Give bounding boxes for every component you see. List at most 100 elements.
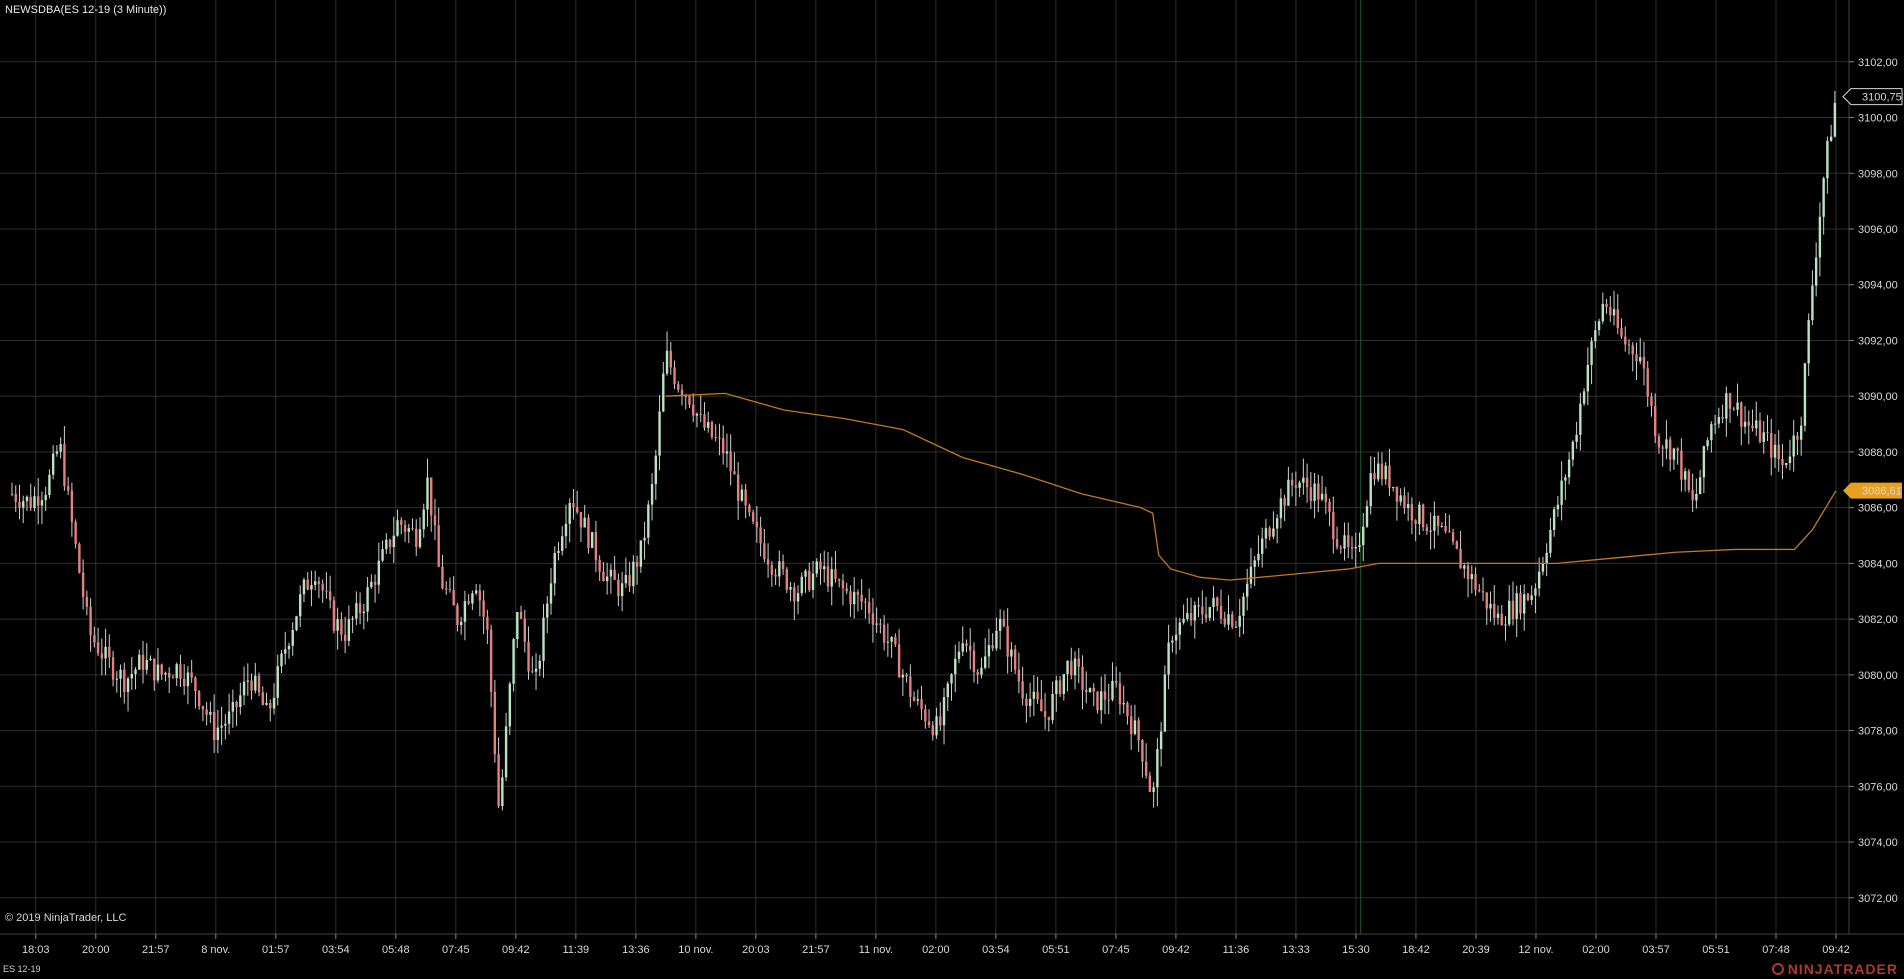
candle-body xyxy=(1624,336,1627,345)
candle-body xyxy=(126,678,130,693)
candle-body xyxy=(1085,689,1088,693)
x-tick-label: 03:54 xyxy=(322,944,350,956)
candle-body xyxy=(85,596,89,607)
candle-body xyxy=(1466,565,1470,580)
candle-body xyxy=(796,593,800,602)
candle-body xyxy=(987,645,991,657)
candle-body xyxy=(1463,565,1466,569)
candle-body xyxy=(725,451,729,454)
candle-body xyxy=(246,680,250,682)
candle-body xyxy=(299,594,302,617)
candle-body xyxy=(504,726,508,778)
candle-body xyxy=(1826,141,1829,179)
candle-body xyxy=(194,677,197,692)
candle-body xyxy=(1122,703,1125,705)
candle-body xyxy=(1496,613,1500,618)
candle-body xyxy=(1770,433,1773,458)
candle-body xyxy=(205,709,208,715)
candle-body xyxy=(1732,408,1736,410)
candle-body xyxy=(396,520,399,536)
candle-body xyxy=(358,603,362,614)
candle-body xyxy=(280,653,283,667)
candle-body xyxy=(1556,504,1560,510)
candle-body xyxy=(1036,691,1039,700)
candle-body xyxy=(572,503,575,508)
candle-body xyxy=(583,517,586,528)
candle-body xyxy=(1534,588,1537,596)
candle-body xyxy=(302,579,306,595)
x-tick-label: 05:51 xyxy=(1042,944,1070,956)
candle-body xyxy=(1612,309,1616,316)
candle-body xyxy=(381,549,384,561)
candle-body xyxy=(1201,606,1204,615)
candle-body xyxy=(493,691,497,755)
candle-body xyxy=(1335,539,1339,548)
candle-body xyxy=(459,621,463,626)
y-tick-label: 3098,00 xyxy=(1858,168,1898,180)
candle-body xyxy=(1163,674,1167,732)
candle-body xyxy=(1350,547,1354,549)
candle-body xyxy=(650,484,654,505)
candle-body xyxy=(542,617,545,661)
candle-body xyxy=(875,623,878,625)
candle-body xyxy=(594,532,598,561)
candle-body xyxy=(564,523,568,537)
price-chart[interactable]: 3102,00 3100,00 3098,00 3096,00 3094,00 3092,… xyxy=(0,0,1904,979)
candle-body xyxy=(1324,493,1328,502)
candle-body xyxy=(983,656,987,668)
candle-body xyxy=(1414,520,1417,524)
y-tick-label: 3092,00 xyxy=(1858,335,1898,347)
candle-body xyxy=(1668,439,1672,460)
candle-body xyxy=(1062,674,1066,694)
y-tick-label: 3078,00 xyxy=(1858,726,1898,738)
candle-body xyxy=(856,592,860,595)
candle-body xyxy=(804,570,807,577)
y-tick-label: 3074,00 xyxy=(1858,837,1898,849)
candle-body xyxy=(1702,446,1706,478)
candle-body xyxy=(1508,600,1511,625)
candle-body xyxy=(579,512,583,528)
x-tick-label: 12 nov. xyxy=(1518,944,1553,956)
candle-body xyxy=(448,589,452,591)
candle-body xyxy=(1246,583,1249,597)
time-axis[interactable]: 18:03 20:00 21:57 8 nov. 01:57 03:54 05:48 07:4… xyxy=(22,934,1850,956)
candle-body xyxy=(1728,393,1732,409)
candle-body xyxy=(961,643,964,652)
price-axis[interactable]: 3102,00 3100,00 3098,00 3096,00 3094,00 3092,… xyxy=(1849,57,1898,905)
candle-body xyxy=(665,350,669,374)
candle-body xyxy=(1118,683,1122,705)
x-tick-label: 15:30 xyxy=(1342,944,1370,956)
candle-body xyxy=(576,507,579,513)
y-tick-label: 3084,00 xyxy=(1858,558,1898,570)
candle-body xyxy=(1811,285,1814,321)
candle-body xyxy=(18,501,21,508)
candle-body xyxy=(1362,526,1365,546)
candle-body xyxy=(1328,501,1331,513)
candle-body xyxy=(1058,680,1062,694)
candle-body xyxy=(1070,660,1073,676)
candle-body xyxy=(1272,528,1275,537)
candle-body xyxy=(1171,640,1174,643)
candle-body xyxy=(1519,593,1522,614)
candle-body xyxy=(1515,593,1518,619)
candle-body xyxy=(729,451,732,472)
candle-body xyxy=(366,587,369,612)
candle-body xyxy=(703,414,706,428)
candle-body xyxy=(444,588,448,590)
candle-body xyxy=(1182,618,1185,623)
candle-body xyxy=(1665,439,1668,449)
candle-body xyxy=(1448,531,1451,533)
candle-body xyxy=(1088,688,1092,693)
candle-body xyxy=(254,675,257,691)
candle-body xyxy=(403,524,407,532)
candle-body xyxy=(160,664,163,675)
candle-body xyxy=(587,517,590,548)
candle-body xyxy=(1302,477,1305,483)
candle-body xyxy=(1788,456,1792,464)
candle-body xyxy=(1264,528,1268,539)
x-tick-label: 02:00 xyxy=(922,944,950,956)
candle-body xyxy=(25,496,29,502)
candle-body xyxy=(55,451,59,454)
candle-body xyxy=(1785,463,1788,466)
candle-body xyxy=(1552,509,1556,530)
